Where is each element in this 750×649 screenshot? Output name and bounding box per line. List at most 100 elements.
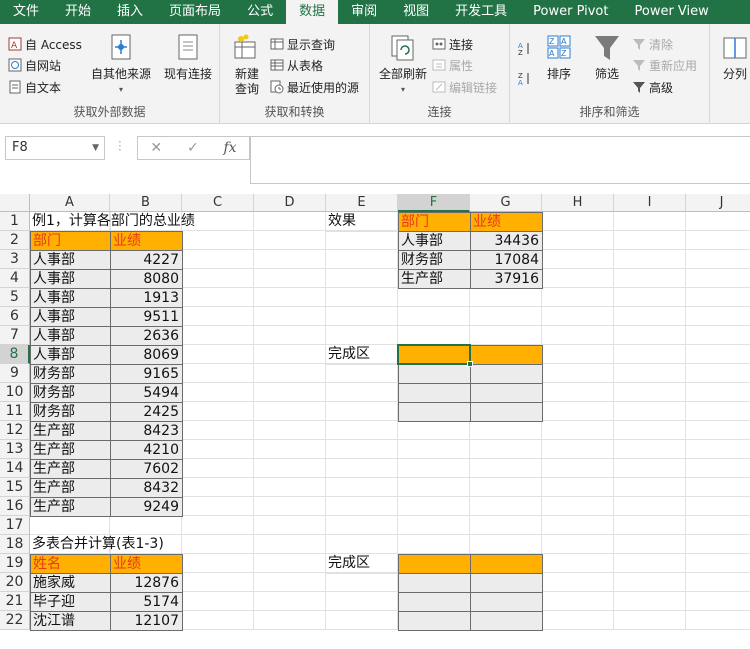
- tab-9[interactable]: Power Pivot: [520, 0, 621, 24]
- grid-cell[interactable]: [542, 573, 614, 592]
- grid-cell[interactable]: [686, 231, 750, 250]
- grid-cell[interactable]: [614, 459, 686, 478]
- column-header-j[interactable]: J: [686, 194, 750, 212]
- grid-cell[interactable]: [686, 592, 750, 611]
- row-header-19[interactable]: 19: [0, 554, 30, 573]
- grid-cell[interactable]: [182, 478, 254, 497]
- table1-dept-cell[interactable]: 财务部: [30, 402, 111, 422]
- grid-cell[interactable]: [542, 288, 614, 307]
- table1-dept-cell[interactable]: 生产部: [30, 497, 111, 517]
- grid-cell[interactable]: [326, 459, 398, 478]
- row-header-22[interactable]: 22: [0, 611, 30, 630]
- table2-name-cell[interactable]: 沈江谱: [30, 611, 111, 631]
- table1-score-cell[interactable]: 8423: [110, 421, 183, 441]
- column-header-d[interactable]: D: [254, 194, 326, 212]
- grid-cell[interactable]: [686, 383, 750, 402]
- grid-cell[interactable]: [614, 592, 686, 611]
- table1-score-cell[interactable]: 2636: [110, 326, 183, 346]
- cell-a18[interactable]: 多表合并计算(表1-3): [30, 535, 164, 555]
- grid-cell[interactable]: [614, 440, 686, 459]
- table1-dept-cell[interactable]: 生产部: [30, 421, 111, 441]
- grid-cell[interactable]: [614, 231, 686, 250]
- grid-cell[interactable]: [614, 288, 686, 307]
- row-header-18[interactable]: 18: [0, 535, 30, 554]
- row-header-8[interactable]: 8: [0, 345, 30, 364]
- table1-score-cell[interactable]: 9249: [110, 497, 183, 517]
- grid-cell[interactable]: [182, 573, 254, 592]
- grid-cell[interactable]: [182, 269, 254, 288]
- grid-cell[interactable]: [254, 307, 326, 326]
- new-query-button[interactable]: 新建 查询: [226, 32, 268, 97]
- grid-cell[interactable]: [326, 497, 398, 516]
- grid-cell[interactable]: [182, 231, 254, 250]
- column-header-a[interactable]: A: [30, 194, 110, 212]
- table1-score-cell[interactable]: 9511: [110, 307, 183, 327]
- formula-input[interactable]: [250, 136, 750, 184]
- table1-dept-cell[interactable]: 人事部: [30, 250, 111, 270]
- row-header-4[interactable]: 4: [0, 269, 30, 288]
- grid-cell[interactable]: [542, 459, 614, 478]
- grid-cell[interactable]: [254, 516, 326, 535]
- column-header-h[interactable]: H: [542, 194, 614, 212]
- grid-cell[interactable]: [254, 440, 326, 459]
- row-header-21[interactable]: 21: [0, 592, 30, 611]
- grid-cell[interactable]: [182, 288, 254, 307]
- insert-function-icon[interactable]: fx: [224, 140, 237, 156]
- grid-cell[interactable]: [542, 307, 614, 326]
- grid-cell[interactable]: [542, 478, 614, 497]
- grid-cell[interactable]: [614, 554, 686, 573]
- grid-cell[interactable]: [686, 307, 750, 326]
- grid-cell[interactable]: [614, 326, 686, 345]
- table1-dept-cell[interactable]: 财务部: [30, 364, 111, 384]
- table1-score-cell[interactable]: 1913: [110, 288, 183, 308]
- row-header-15[interactable]: 15: [0, 478, 30, 497]
- table1-dept-cell[interactable]: 生产部: [30, 440, 111, 460]
- grid-cell[interactable]: [254, 345, 326, 364]
- cell-e1[interactable]: 效果: [326, 212, 399, 232]
- table1-score-cell[interactable]: 9165: [110, 364, 183, 384]
- grid-cell[interactable]: [326, 478, 398, 497]
- grid-cell[interactable]: [686, 250, 750, 269]
- splitter-handle[interactable]: · · ·: [118, 136, 122, 156]
- grid-cell[interactable]: [542, 516, 614, 535]
- grid-cell[interactable]: [686, 459, 750, 478]
- completion-area-1-header-f[interactable]: [398, 345, 471, 365]
- grid-cell[interactable]: [542, 402, 614, 421]
- grid-cell[interactable]: [470, 459, 542, 478]
- grid-cell[interactable]: [686, 421, 750, 440]
- tab-3[interactable]: 页面布局: [156, 0, 234, 24]
- completion-area-1-cell[interactable]: [398, 402, 471, 422]
- grid-cell[interactable]: [614, 573, 686, 592]
- tab-7[interactable]: 视图: [390, 0, 442, 24]
- grid-cell[interactable]: [686, 497, 750, 516]
- grid-cell[interactable]: [110, 516, 182, 535]
- grid-cell[interactable]: [398, 326, 470, 345]
- column-header-g[interactable]: G: [470, 194, 542, 212]
- grid-cell[interactable]: [542, 269, 614, 288]
- row-header-5[interactable]: 5: [0, 288, 30, 307]
- grid-cell[interactable]: [686, 573, 750, 592]
- grid-cell[interactable]: [182, 307, 254, 326]
- completion-area-2-cell[interactable]: [398, 611, 471, 631]
- show-queries-button[interactable]: 显示查询: [270, 34, 335, 54]
- grid-cell[interactable]: [182, 592, 254, 611]
- grid-cell[interactable]: [254, 326, 326, 345]
- grid-cell[interactable]: [254, 535, 326, 554]
- table1-dept-cell[interactable]: 生产部: [30, 459, 111, 479]
- grid-cell[interactable]: [182, 364, 254, 383]
- grid-cell[interactable]: [254, 402, 326, 421]
- grid-cell[interactable]: [686, 535, 750, 554]
- completion-area-2-cell[interactable]: [470, 592, 543, 612]
- table1-dept-cell[interactable]: 人事部: [30, 307, 111, 327]
- grid-cell[interactable]: [254, 288, 326, 307]
- grid-cell[interactable]: [542, 592, 614, 611]
- from-web-button[interactable]: 自网站: [8, 55, 61, 75]
- table1-score-cell[interactable]: 2425: [110, 402, 183, 422]
- grid-cell[interactable]: [254, 554, 326, 573]
- table2-header-name[interactable]: 姓名: [30, 554, 111, 574]
- table2-name-cell[interactable]: 毕子迎: [30, 592, 111, 612]
- advanced-filter-button[interactable]: 高级: [632, 77, 673, 97]
- grid-cell[interactable]: [254, 497, 326, 516]
- grid-cell[interactable]: [614, 364, 686, 383]
- result-dept-cell[interactable]: 财务部: [398, 250, 471, 270]
